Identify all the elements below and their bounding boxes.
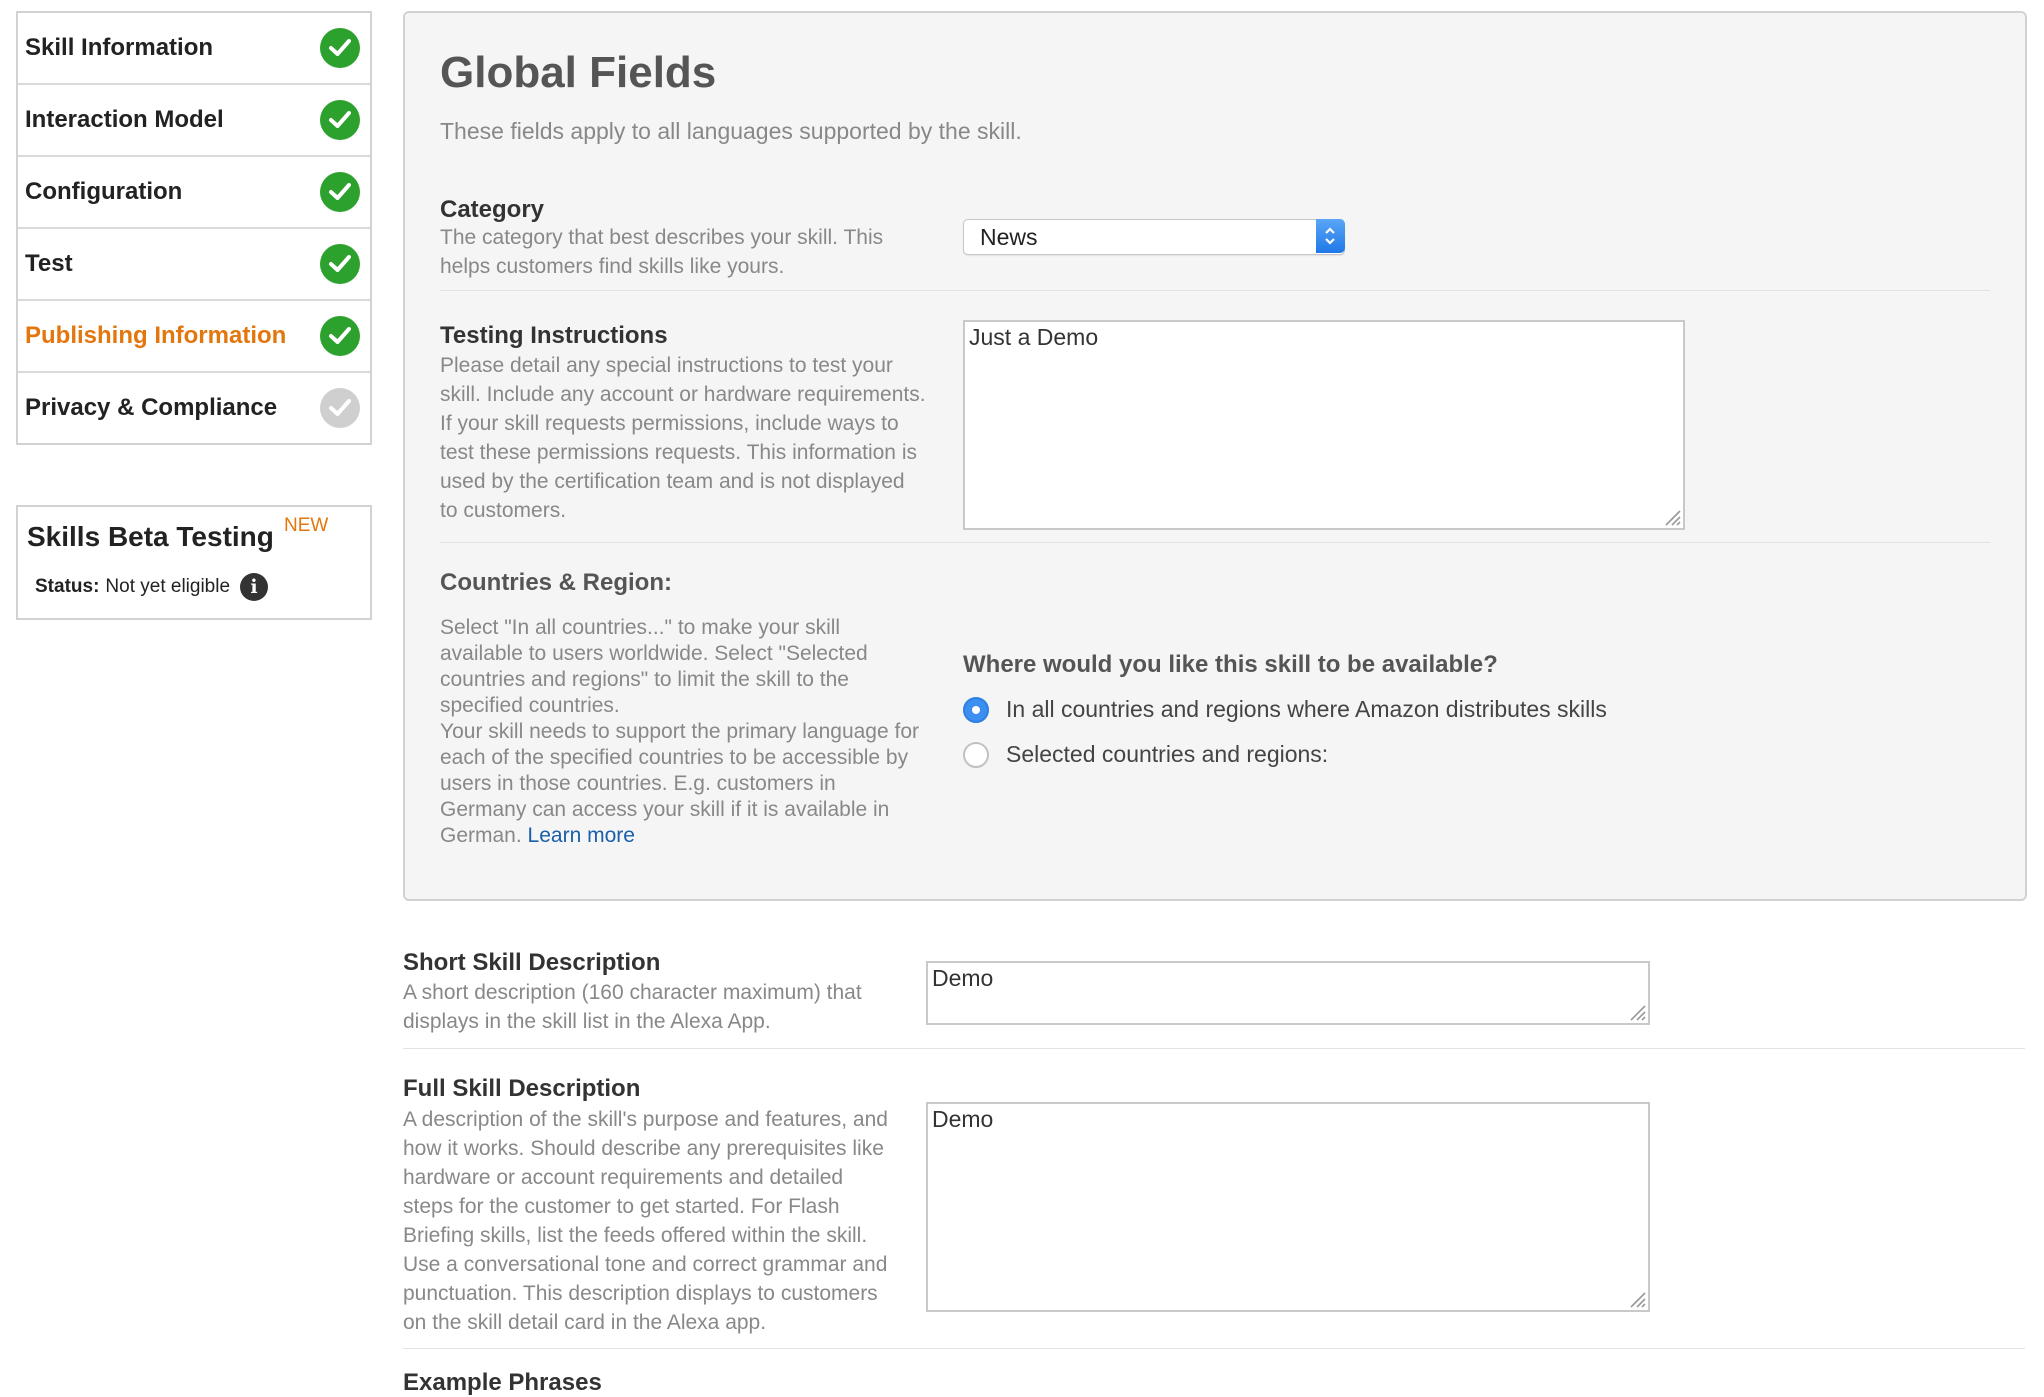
nav-item-label: Skill Information bbox=[25, 34, 214, 61]
desc-line: Your skill needs to support the primary … bbox=[440, 720, 920, 743]
desc-line: Please detail any special instructions t… bbox=[440, 354, 893, 377]
desc-line: Briefing skills, list the feeds offered … bbox=[403, 1224, 868, 1247]
divider bbox=[403, 1348, 2025, 1349]
radio-label: Selected countries and regions: bbox=[1006, 741, 1329, 767]
category-select-value: News bbox=[980, 224, 1038, 250]
nav-item-test[interactable]: Test bbox=[18, 229, 370, 301]
desc-line: each of the specified countries to be ac… bbox=[440, 746, 909, 769]
new-badge: NEW bbox=[284, 515, 329, 536]
desc-line: countries and regions" to limit the skil… bbox=[440, 668, 849, 691]
category-select[interactable]: News bbox=[963, 219, 1345, 255]
check-circle-icon bbox=[320, 100, 360, 140]
radio-all-countries[interactable] bbox=[963, 696, 989, 723]
nav-item-label: Interaction Model bbox=[25, 106, 224, 133]
example-phrases-label: Example Phrases bbox=[403, 1369, 602, 1396]
resize-grip-icon[interactable] bbox=[1626, 1001, 1646, 1021]
testing-instructions-textarea[interactable]: Just a Demo bbox=[963, 320, 1685, 530]
short-description-textarea[interactable]: Demo bbox=[926, 961, 1650, 1025]
desc-line: available to users worldwide. Select "Se… bbox=[440, 642, 868, 665]
page-title: Global Fields bbox=[440, 48, 717, 97]
desc-line: A short description (160 character maxim… bbox=[403, 981, 862, 1004]
desc-line: If your skill requests permissions, incl… bbox=[440, 412, 899, 435]
desc-line: Germany can access your skill if it is a… bbox=[440, 798, 890, 821]
desc-line: A description of the skill's purpose and… bbox=[403, 1108, 888, 1131]
check-circle-icon bbox=[320, 316, 360, 356]
nav-item-publishing-information[interactable]: Publishing Information bbox=[18, 301, 370, 373]
resize-grip-icon[interactable] bbox=[1626, 1288, 1646, 1308]
full-description-textarea[interactable]: Demo bbox=[926, 1102, 1650, 1312]
nav-item-label: Configuration bbox=[25, 178, 183, 205]
desc-line: punctuation. This description displays t… bbox=[403, 1282, 878, 1305]
check-circle-icon bbox=[320, 28, 360, 68]
panel-subtitle: These fields apply to all languages supp… bbox=[440, 118, 1022, 144]
check-circle-icon bbox=[320, 388, 360, 428]
beta-status-value: Not yet eligible bbox=[105, 576, 231, 597]
desc-line: steps for the customer to get started. F… bbox=[403, 1195, 840, 1218]
nav-item-label: Publishing Information bbox=[25, 322, 287, 349]
short-description-label: Short Skill Description bbox=[403, 949, 661, 976]
nav-item-label: Test bbox=[25, 250, 73, 277]
beta-testing-box: Skills Beta Testing NEW Status: Not yet … bbox=[16, 505, 372, 620]
nav-item-interaction-model[interactable]: Interaction Model bbox=[18, 85, 370, 157]
full-description-desc: A description of the skill's purpose and… bbox=[403, 1105, 888, 1337]
desc-line: German. bbox=[440, 824, 522, 847]
check-circle-icon bbox=[320, 172, 360, 212]
desc-line: Select "In all countries..." to make you… bbox=[440, 616, 841, 639]
availability-option-selected[interactable]: Selected countries and regions: bbox=[963, 741, 1328, 768]
check-circle-icon bbox=[320, 244, 360, 284]
beta-status-label: Status: bbox=[35, 576, 100, 597]
desc-line: hardware or account requirements and det… bbox=[403, 1166, 844, 1189]
desc-line: to customers. bbox=[440, 499, 567, 522]
desc-line: on the skill detail card in the Alexa ap… bbox=[403, 1311, 767, 1334]
desc-line: helps customers find skills like yours. bbox=[440, 255, 785, 278]
learn-more-link[interactable]: Learn more bbox=[528, 824, 635, 847]
desc-line: test these permissions requests. This in… bbox=[440, 441, 917, 464]
category-label: Category bbox=[440, 196, 545, 223]
textarea-value: Demo bbox=[932, 965, 994, 991]
availability-question: Where would you like this skill to be av… bbox=[963, 651, 1498, 678]
desc-line: specified countries. bbox=[440, 694, 620, 717]
beta-testing-title: Skills Beta Testing bbox=[27, 521, 274, 552]
nav-item-label: Privacy & Compliance bbox=[25, 394, 278, 421]
divider bbox=[403, 1048, 2025, 1049]
radio-label: In all countries and regions where Amazo… bbox=[1006, 696, 1607, 722]
desc-line: users in those countries. E.g. customers… bbox=[440, 772, 836, 795]
resize-grip-icon[interactable] bbox=[1661, 506, 1681, 526]
desc-line: skill. Include any account or hardware r… bbox=[440, 383, 926, 406]
testing-instructions-desc: Please detail any special instructions t… bbox=[440, 351, 926, 525]
divider bbox=[440, 290, 1990, 291]
desc-line: displays in the skill list in the Alexa … bbox=[403, 1010, 771, 1033]
category-desc: The category that best describes your sk… bbox=[440, 223, 883, 281]
testing-instructions-label: Testing Instructions bbox=[440, 322, 668, 349]
nav-item-configuration[interactable]: Configuration bbox=[18, 157, 370, 229]
nav-item-privacy-compliance[interactable]: Privacy & Compliance bbox=[18, 373, 370, 443]
desc-last-line: German. Learn more bbox=[440, 823, 919, 849]
desc-line: used by the certification team and is no… bbox=[440, 470, 905, 493]
skill-nav: Skill Information Interaction Model Conf… bbox=[16, 11, 372, 445]
countries-desc: Select "In all countries..." to make you… bbox=[440, 615, 919, 849]
full-description-label: Full Skill Description bbox=[403, 1075, 641, 1102]
global-fields-panel: Global Fields These fields apply to all … bbox=[403, 11, 2027, 901]
desc-line: Use a conversational tone and correct gr… bbox=[403, 1253, 888, 1276]
countries-label: Countries & Region: bbox=[440, 569, 672, 596]
radio-selected-countries[interactable] bbox=[963, 741, 989, 768]
beta-status: Status: Not yet eligible i bbox=[35, 573, 269, 601]
short-description-desc: A short description (160 character maxim… bbox=[403, 978, 862, 1036]
nav-item-skill-information[interactable]: Skill Information bbox=[18, 13, 370, 85]
desc-line: The category that best describes your sk… bbox=[440, 226, 884, 249]
textarea-value: Demo bbox=[932, 1106, 994, 1132]
select-arrows-icon bbox=[1316, 219, 1345, 253]
textarea-value: Just a Demo bbox=[969, 324, 1099, 350]
availability-option-all[interactable]: In all countries and regions where Amazo… bbox=[963, 696, 1607, 723]
divider bbox=[440, 542, 1990, 543]
info-icon[interactable]: i bbox=[240, 573, 269, 601]
desc-line: how it works. Should describe any prereq… bbox=[403, 1137, 884, 1160]
